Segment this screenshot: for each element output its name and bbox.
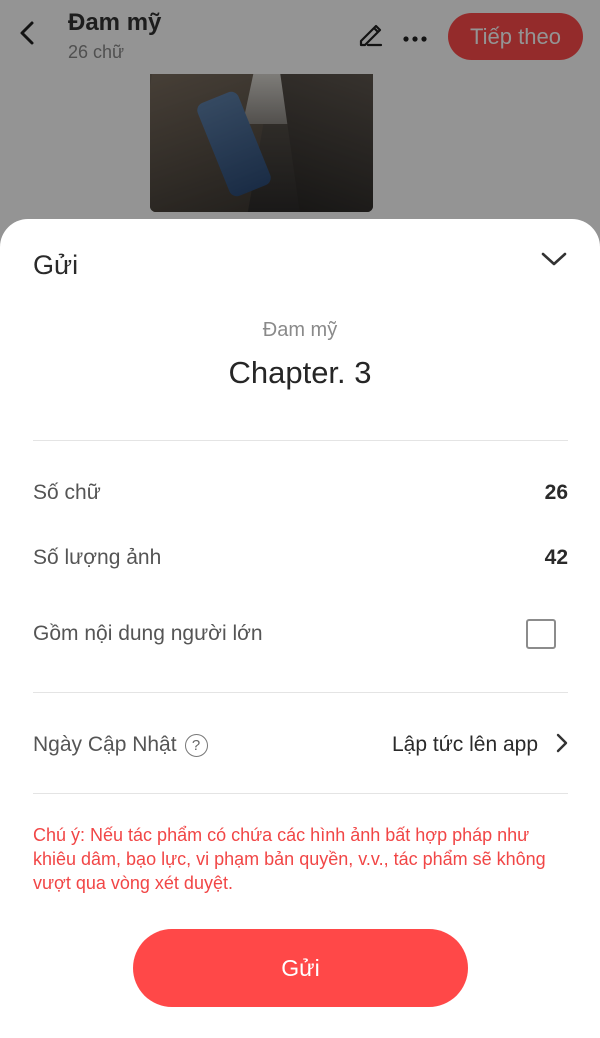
sheet-title: Gửi bbox=[33, 250, 79, 280]
image-count-row: Số lượng ảnh 42 bbox=[33, 538, 568, 578]
image-count-label: Số lượng ảnh bbox=[33, 546, 162, 569]
chevron-down-icon bbox=[541, 251, 567, 272]
content-warning-notice: Chú ý: Nếu tác phẩm có chứa các hình ảnh… bbox=[33, 825, 546, 893]
update-date-value-group[interactable]: Lập tức lên app bbox=[392, 733, 568, 758]
adult-content-row: Gồm nội dung người lớn bbox=[33, 614, 568, 654]
update-date-label: Ngày Cập Nhật bbox=[33, 733, 177, 756]
update-date-value: Lập tức lên app bbox=[392, 733, 538, 756]
word-count-label: Số chữ bbox=[33, 481, 101, 504]
update-date-row[interactable]: Ngày Cập Nhật ? Lập tức lên app bbox=[33, 725, 568, 765]
question-circle-icon[interactable]: ? bbox=[184, 733, 208, 757]
adult-content-label: Gồm nội dung người lớn bbox=[33, 622, 263, 645]
divider bbox=[33, 440, 568, 441]
submit-bottom-sheet: Gửi Đam mỹ Chapter. 3 Số chữ 26 Số lượng… bbox=[0, 219, 600, 1038]
chapter-name: Chapter. 3 bbox=[228, 355, 372, 390]
adult-content-checkbox[interactable] bbox=[526, 619, 556, 649]
word-count-row: Số chữ 26 bbox=[33, 473, 568, 513]
submit-button[interactable]: Gửi bbox=[133, 929, 468, 1007]
word-count-value: 26 bbox=[544, 481, 568, 504]
image-count-value: 42 bbox=[544, 546, 568, 569]
chevron-right-icon bbox=[556, 733, 568, 758]
work-name: Đam mỹ bbox=[262, 319, 338, 341]
update-date-label-group: Ngày Cập Nhật ? bbox=[33, 733, 208, 757]
collapse-button[interactable] bbox=[534, 241, 574, 281]
divider bbox=[33, 692, 568, 693]
divider bbox=[33, 793, 568, 794]
